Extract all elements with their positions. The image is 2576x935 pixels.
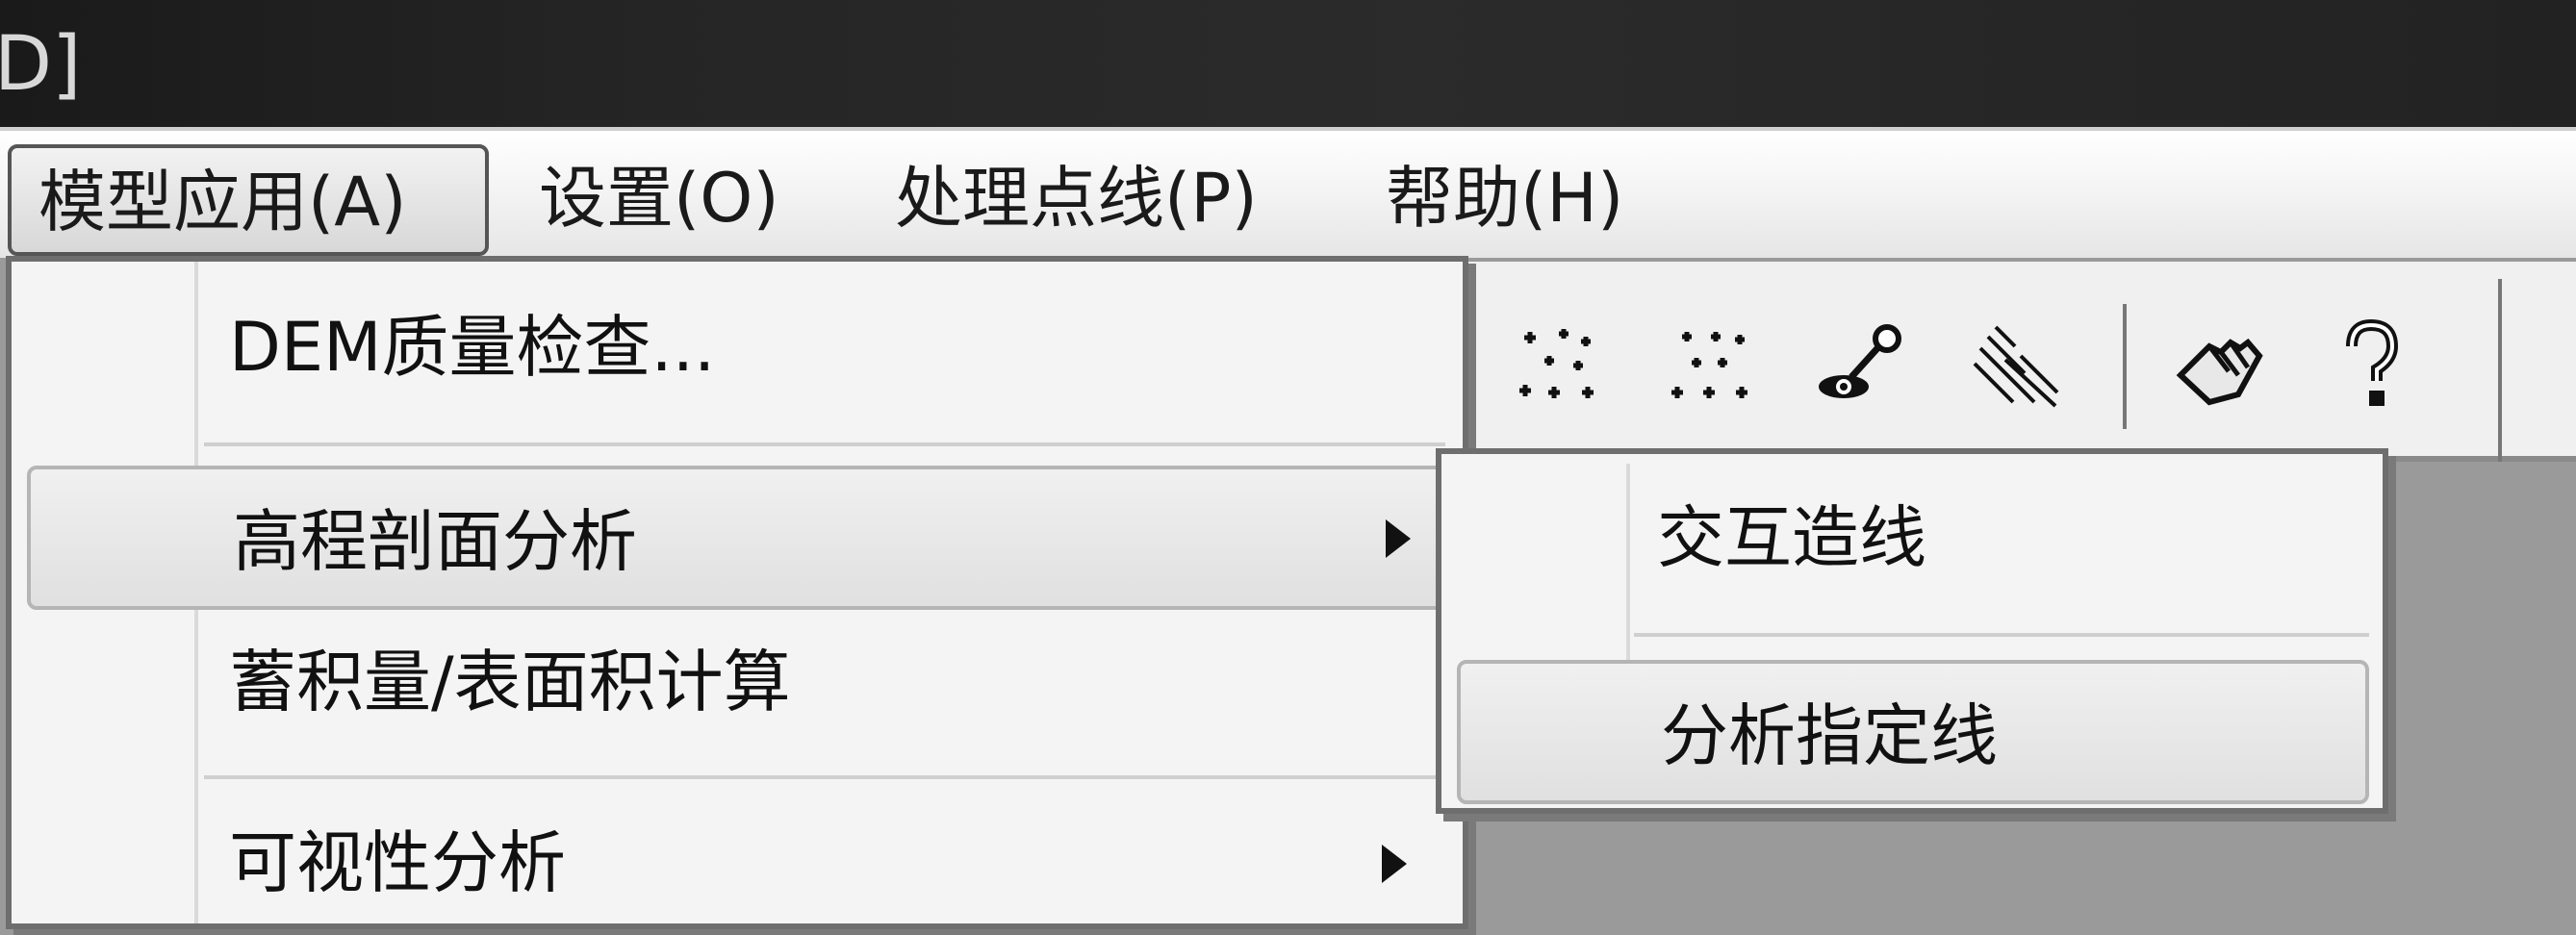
model-application-dropdown: DEM质量检查... 高程剖面分析 蓄积量/表面积计算 可视性分析 xyxy=(6,256,1468,929)
submenu-item-analyze-specified-line[interactable]: 分析指定线 xyxy=(1457,660,2369,804)
menu-item-volume-area-calc[interactable]: 蓄积量/表面积计算 xyxy=(12,610,1463,754)
menu-help[interactable]: 帮助(H) xyxy=(1386,144,1623,256)
elevation-profile-submenu: 交互造线 分析指定线 xyxy=(1436,448,2388,814)
menu-item-visibility-analysis[interactable]: 可视性分析 xyxy=(12,791,1463,935)
menu-separator xyxy=(204,775,1445,779)
node-edit-icon[interactable] xyxy=(1815,317,1911,414)
help-icon[interactable] xyxy=(2323,317,2419,414)
toolbar-separator xyxy=(2498,279,2502,462)
menu-separator xyxy=(204,442,1445,446)
menu-model-application[interactable]: 模型应用(A) xyxy=(8,144,489,256)
menu-process-points-lines[interactable]: 处理点线(P) xyxy=(895,144,1258,256)
hatch-lines-icon[interactable] xyxy=(1967,317,2063,414)
scatter-points-icon[interactable] xyxy=(1663,317,1759,414)
submenu-arrow-icon xyxy=(1382,845,1407,883)
toolbar-separator xyxy=(2123,304,2127,429)
menu-item-dem-quality-check[interactable]: DEM质量检查... xyxy=(12,275,1463,419)
menu-item-elevation-profile[interactable]: 高程剖面分析 xyxy=(27,466,1449,610)
menu-item-label: 高程剖面分析 xyxy=(233,502,637,581)
scatter-points-icon[interactable] xyxy=(1511,317,1607,414)
menu-settings[interactable]: 设置(O) xyxy=(539,144,779,256)
window-title: D] xyxy=(0,21,82,108)
submenu-item-interactive-line[interactable]: 交互造线 xyxy=(1441,466,2383,610)
menu-bar: 模型应用(A) 设置(O) 处理点线(P) 帮助(H) xyxy=(0,127,2576,262)
menu-item-label: 可视性分析 xyxy=(229,823,566,902)
hand-icon[interactable] xyxy=(2171,317,2267,414)
submenu-arrow-icon xyxy=(1386,519,1411,558)
title-bar: D] xyxy=(0,0,2576,127)
menu-separator xyxy=(1634,633,2369,637)
